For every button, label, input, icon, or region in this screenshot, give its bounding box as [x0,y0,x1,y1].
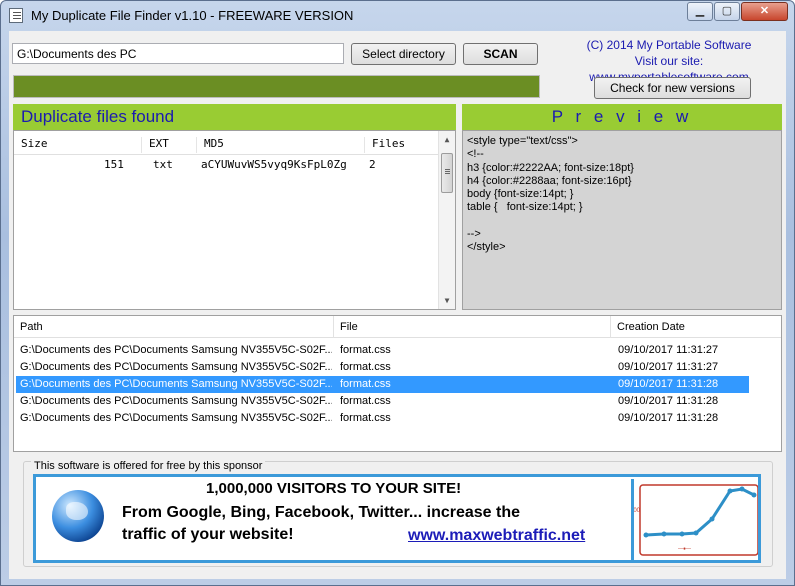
file-row[interactable]: G:\Documents des PC\Documents Samsung NV… [16,410,749,427]
col-file[interactable]: File [334,316,611,338]
app-window: My Duplicate File Finder v1.10 - FREEWAR… [0,0,795,586]
scan-button[interactable]: SCAN [463,43,538,65]
minimize-icon: ▁ [695,5,705,17]
ad-text-line-1: From Google, Bing, Facebook, Twitter... … [122,504,520,521]
preview-line [467,215,777,228]
file-row[interactable]: G:\Documents des PC\Documents Samsung NV… [16,342,749,359]
directory-path-input[interactable] [12,43,344,64]
file-row-file: format.css [340,361,391,373]
svg-text:—●—: —●— [678,546,691,552]
file-row-path: G:\Documents des PC\Documents Samsung NV… [20,344,332,356]
preview-heading: P r e v i e w [462,104,782,130]
dup-md5: aCYUWuvWS5vyq9KsFpL0Zg [201,158,347,171]
ad-headline: 1,000,000 VISITORS TO YOUR SITE! [206,480,462,497]
col-creation-date[interactable]: Creation Date [611,316,781,338]
ad-url-link[interactable]: www.maxwebtraffic.net [408,527,585,545]
window-title: My Duplicate File Finder v1.10 - FREEWAR… [31,8,354,23]
preview-line: h3 {color:#2222AA; font-size:18pt} [467,161,634,174]
col-md5[interactable]: MD5 [197,137,365,153]
close-button[interactable]: ✕ [741,2,788,21]
file-row[interactable]: G:\Documents des PC\Documents Samsung NV… [16,359,749,376]
preview-line: --> [467,227,481,240]
preview-line: h4 {color:#2288aa; font-size:16pt} [467,174,632,187]
traffic-graph: 500 —●— [630,484,758,556]
col-size[interactable]: Size [14,137,142,153]
file-row-file: format.css [340,395,391,407]
preview-line: </style> [467,241,506,254]
files-list: Path File Creation Date G:\Documents des… [13,315,782,452]
file-row-file: format.css [340,344,391,356]
dup-ext: txt [153,158,173,171]
ad-text-line-2: traffic of your website! [122,526,294,543]
file-row-path: G:\Documents des PC\Documents Samsung NV… [20,361,332,373]
duplicates-heading: Duplicate files found [13,104,456,130]
file-row[interactable]: G:\Documents des PC\Documents Samsung NV… [16,376,749,393]
progress-fill [14,76,539,97]
maximize-button[interactable]: ▢ [714,2,740,21]
dup-size: 151 [104,158,124,171]
file-row-file: format.css [340,412,391,424]
file-row-path: G:\Documents des PC\Documents Samsung NV… [20,395,332,407]
client-area: Select directory SCAN (C) 2014 My Portab… [9,31,786,579]
preview-line: <!-- [467,148,484,161]
preview-line: body {font-size:14pt; } [467,188,574,201]
globe-icon [52,490,104,542]
scroll-up-icon[interactable]: ▲ [439,131,455,148]
col-files[interactable]: Files [365,137,440,153]
scroll-down-icon[interactable]: ▼ [439,292,455,309]
sponsor-banner[interactable]: 1,000,000 VISITORS TO YOUR SITE! From Go… [33,474,761,563]
select-directory-button[interactable]: Select directory [351,43,456,65]
file-row-path: G:\Documents des PC\Documents Samsung NV… [20,412,332,424]
dup-files: 2 [369,158,376,171]
duplicates-header-row: Size EXT MD5 Files [14,131,440,155]
file-row-date: 09/10/2017 11:31:28 [618,395,719,407]
check-versions-button[interactable]: Check for new versions [594,77,751,99]
file-row-path: G:\Documents des PC\Documents Samsung NV… [20,378,332,390]
preview-line: table { font-size:14pt; } [467,201,583,214]
copyright-text: (C) 2014 My Portable Software [586,38,752,52]
col-ext[interactable]: EXT [142,137,197,153]
preview-pane: <style type="text/css"> <!-- h3 {color:#22… [462,130,782,310]
maximize-icon: ▢ [721,5,733,17]
file-row-date: 09/10/2017 11:31:28 [618,412,719,424]
preview-line: <style type="text/css"> [467,135,578,147]
file-row-file: format.css [340,378,391,390]
scroll-thumb[interactable] [441,153,453,193]
file-row[interactable]: G:\Documents des PC\Documents Samsung NV… [16,393,749,410]
close-icon: ✕ [759,5,770,17]
files-header-row: Path File Creation Date [14,316,781,338]
scan-progress-bar [13,75,540,98]
file-row-date: 09/10/2017 11:31:28 [618,378,719,390]
file-row-date: 09/10/2017 11:31:27 [618,344,719,356]
sponsor-label: This software is offered for free by thi… [31,460,266,472]
title-bar[interactable]: My Duplicate File Finder v1.10 - FREEWAR… [1,1,794,29]
app-icon [9,8,23,23]
minimize-button[interactable]: ▁ [687,2,713,21]
svg-text:500: 500 [634,508,641,514]
duplicates-scrollbar[interactable]: ▲ ▼ [438,131,455,309]
duplicates-table: Size EXT MD5 Files 151 txt aCYUWuvWS5vyq… [13,130,456,310]
ad-traffic-graph-icon: 500 —●— [630,479,758,560]
col-path[interactable]: Path [14,316,334,338]
file-row-date: 09/10/2017 11:31:27 [618,361,719,373]
